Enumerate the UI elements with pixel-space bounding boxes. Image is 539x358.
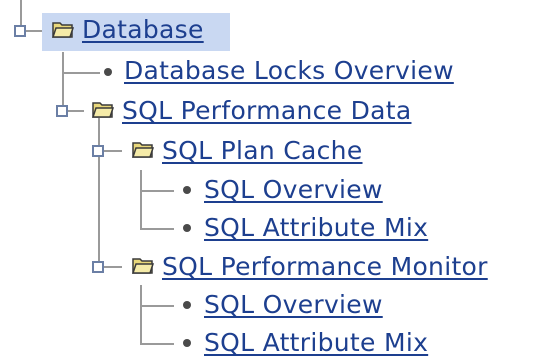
tree-node-sql-overview: SQL Overview (0, 288, 539, 326)
tree-link-sql-overview[interactable]: SQL Overview (204, 289, 383, 321)
bullet-icon (183, 224, 191, 232)
tree-node-sql-overview: SQL Overview (0, 173, 539, 211)
folder-open-icon (132, 258, 154, 274)
tree-node-sql-plan-cache: SQL Plan Cache (0, 134, 539, 172)
tree-link-sql-attribute-mix[interactable]: SQL Attribute Mix (204, 212, 428, 244)
tree-node-database-locks-overview: Database Locks Overview (0, 54, 539, 92)
folder-open-icon (52, 22, 74, 38)
tree-link-sql-plan-cache[interactable]: SQL Plan Cache (162, 135, 363, 167)
tree-link-database-locks-overview[interactable]: Database Locks Overview (124, 55, 454, 87)
tree-link-sql-performance-data[interactable]: SQL Performance Data (122, 95, 411, 127)
folder-open-icon (132, 142, 154, 158)
tree-line (68, 110, 84, 112)
tree-expander-icon[interactable] (14, 25, 26, 37)
tree-node-database: Database (0, 14, 240, 52)
tree-line (104, 150, 122, 152)
tree-link-sql-performance-monitor[interactable]: SQL Performance Monitor (162, 251, 488, 283)
tree-line (26, 30, 42, 32)
tree-link-database[interactable]: Database (82, 14, 204, 46)
navigation-tree: Database Database Locks Overview SQL Per… (0, 0, 539, 358)
tree-link-sql-attribute-mix[interactable]: SQL Attribute Mix (204, 327, 428, 358)
bullet-icon (183, 186, 191, 194)
tree-line (104, 266, 122, 268)
tree-node-sql-attribute-mix: SQL Attribute Mix (0, 211, 539, 249)
bullet-icon (183, 301, 191, 309)
folder-open-icon (92, 102, 114, 118)
tree-link-sql-overview[interactable]: SQL Overview (204, 174, 383, 206)
tree-expander-icon[interactable] (56, 105, 68, 117)
bullet-icon (183, 339, 191, 347)
tree-node-sql-attribute-mix: SQL Attribute Mix (0, 326, 539, 358)
tree-expander-icon[interactable] (92, 145, 104, 157)
tree-expander-icon[interactable] (92, 261, 104, 273)
tree-node-sql-performance-monitor: SQL Performance Monitor (0, 250, 539, 288)
tree-node-sql-performance-data: SQL Performance Data (0, 94, 539, 132)
bullet-icon (104, 68, 112, 76)
